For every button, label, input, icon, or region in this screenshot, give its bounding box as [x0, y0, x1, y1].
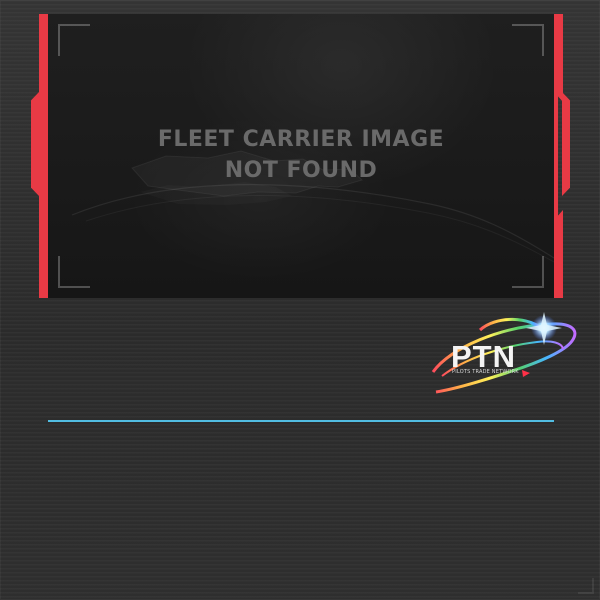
ptn-logo-title: PTN — [451, 339, 516, 374]
section-divider — [48, 420, 554, 422]
image-corner-top-right — [512, 24, 544, 56]
ptn-logo-subtitle: PILOTS TRADE NETWORK — [452, 369, 519, 375]
image-corner-bottom-right — [512, 256, 544, 288]
fleet-carrier-card: FLEET CARRIER IMAGE NOT FOUND PTN PILOTS… — [0, 0, 600, 600]
right-red-accent — [562, 92, 570, 196]
image-corner-top-left — [58, 24, 90, 56]
card-corner-marker — [578, 578, 594, 594]
image-corner-bottom-left — [58, 256, 90, 288]
missing-image-text-line-1: FLEET CARRIER IMAGE — [157, 127, 445, 152]
left-red-frame — [39, 14, 48, 298]
left-red-accent — [31, 92, 39, 196]
missing-image-text-line-2: NOT FOUND — [224, 158, 378, 183]
